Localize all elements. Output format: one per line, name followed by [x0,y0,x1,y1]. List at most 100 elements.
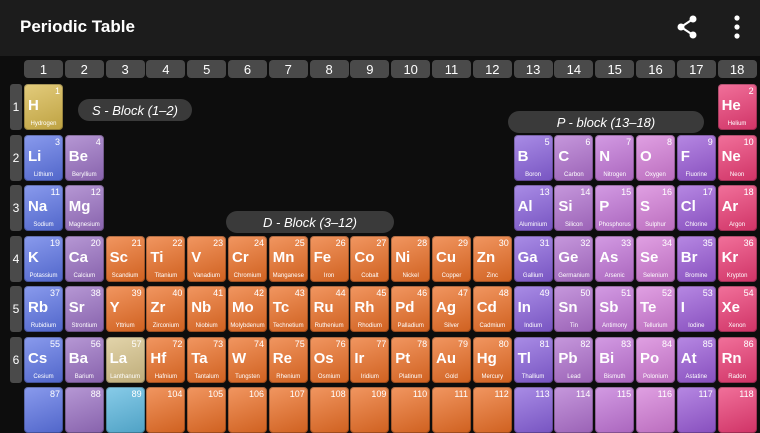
element-cell-55[interactable]: 55 Cs Cesium [24,336,63,383]
element-cell-115[interactable]: 115 [595,387,635,433]
element-cell-4[interactable]: 4 Be Beryllium [64,134,104,181]
element-cell-116[interactable]: 116 [636,387,675,433]
element-cell-107[interactable]: 107 [268,387,308,433]
element-cell-42[interactable]: 42 Mo Molybdenum [228,286,267,332]
element-cell-76[interactable]: 76 Os Osmium [309,336,349,383]
element-cell-74[interactable]: 74 W Tungsten [228,336,267,383]
element-symbol: Rh [354,299,375,316]
element-cell-20[interactable]: 20 Ca Calcium [64,235,104,282]
element-cell-19[interactable]: 19 K Potassium [24,235,63,282]
element-symbol: Ir [354,349,365,367]
s-block-label: S - Block (1–2) [78,99,192,121]
element-cell-75[interactable]: 75 Re Rhenium [268,336,308,383]
element-cell-78[interactable]: 78 Pt Platinum [391,336,431,383]
element-cell-21[interactable]: 21 Sc Scandium [105,235,145,282]
element-cell-110[interactable]: 110 [391,387,431,433]
element-cell-24[interactable]: 24 Cr Chromium [228,235,267,282]
element-cell-79[interactable]: 79 Au Gold [432,336,471,383]
element-cell-77[interactable]: 77 Ir Iridium [350,336,390,383]
element-cell-38[interactable]: 38 Sr Strontium [64,286,104,332]
element-cell-26[interactable]: 26 Fe Iron [309,235,349,282]
element-cell-117[interactable]: 117 [676,387,716,433]
share-icon[interactable] [672,12,702,42]
element-cell-112[interactable]: 112 [472,387,512,433]
element-cell-104[interactable]: 104 [146,387,186,433]
element-cell-2[interactable]: 2 He Helium [717,84,757,130]
element-cell-18[interactable]: 18 Ar Argon [717,185,757,231]
element-cell-13[interactable]: 13 Al Aluminium [513,185,553,231]
element-cell-36[interactable]: 36 Kr Krypton [717,235,757,282]
element-cell-16[interactable]: 16 S Sulphur [636,185,675,231]
element-cell-6[interactable]: 6 C Carbon [554,134,594,181]
element-cell-7[interactable]: 7 N Nitrogen [595,134,635,181]
element-cell-72[interactable]: 72 Hf Hafnium [146,336,186,383]
element-cell-88[interactable]: 88 [64,387,104,433]
element-cell-46[interactable]: 46 Pd Palladium [391,286,431,332]
element-cell-14[interactable]: 14 Si Silicon [554,185,594,231]
element-cell-47[interactable]: 47 Ag Silver [432,286,471,332]
element-cell-56[interactable]: 56 Ba Barium [64,336,104,383]
element-cell-52[interactable]: 52 Te Tellurium [636,286,675,332]
more-vert-icon[interactable] [722,12,752,42]
element-cell-17[interactable]: 17 Cl Chlorine [676,185,716,231]
element-cell-41[interactable]: 41 Nb Niobium [187,286,227,332]
atomic-number: 41 [213,288,224,298]
element-cell-84[interactable]: 84 Po Polonium [636,336,675,383]
element-cell-30[interactable]: 30 Zn Zinc [472,235,512,282]
element-cell-28[interactable]: 28 Ni Nickel [391,235,431,282]
element-cell-22[interactable]: 22 Ti Titanium [146,235,186,282]
element-cell-89[interactable]: 89 [105,387,145,433]
element-cell-9[interactable]: 9 F Fluorine [676,134,716,181]
element-cell-106[interactable]: 106 [228,387,267,433]
element-cell-85[interactable]: 85 At Astatine [676,336,716,383]
element-cell-40[interactable]: 40 Zr Zirconium [146,286,186,332]
element-cell-111[interactable]: 111 [432,387,471,433]
element-cell-25[interactable]: 25 Mn Manganese [268,235,308,282]
element-cell-50[interactable]: 50 Sn Tin [554,286,594,332]
element-cell-86[interactable]: 86 Rn Radon [717,336,757,383]
element-cell-33[interactable]: 33 As Arsenic [595,235,635,282]
element-cell-1[interactable]: 1 H Hydrogen [24,84,63,130]
element-cell-105[interactable]: 105 [187,387,227,433]
element-symbol: Ti [150,248,164,266]
element-cell-15[interactable]: 15 P Phosphorus [595,185,635,231]
element-cell-81[interactable]: 81 Tl Thallium [513,336,553,383]
element-cell-8[interactable]: 8 O Oxygen [636,134,675,181]
element-cell-118[interactable]: 118 [717,387,757,433]
element-cell-10[interactable]: 10 Ne Neon [717,134,757,181]
element-cell-35[interactable]: 35 Br Bromine [676,235,716,282]
element-cell-48[interactable]: 48 Cd Cadmium [472,286,512,332]
element-cell-3[interactable]: 3 Li Lithium [24,134,63,181]
element-cell-83[interactable]: 83 Bi Bismuth [595,336,635,383]
element-symbol: B [517,147,529,165]
element-cell-82[interactable]: 82 Pb Lead [554,336,594,383]
element-cell-37[interactable]: 37 Rb Rubidium [24,286,63,332]
p-block-label: P - block (13–18) [508,111,704,133]
atomic-number: 40 [172,288,183,298]
element-cell-114[interactable]: 114 [554,387,594,433]
element-cell-109[interactable]: 109 [350,387,390,433]
element-cell-27[interactable]: 27 Co Cobalt [350,235,390,282]
element-cell-34[interactable]: 34 Se Selenium [636,235,675,282]
element-cell-44[interactable]: 44 Ru Ruthenium [309,286,349,332]
element-cell-12[interactable]: 12 Mg Magnesium [64,185,104,231]
element-cell-29[interactable]: 29 Cu Copper [432,235,471,282]
element-cell-53[interactable]: 53 I Iodine [676,286,716,332]
element-cell-51[interactable]: 51 Sb Antimony [595,286,635,332]
element-cell-39[interactable]: 39 Y Yttrium [105,286,145,332]
element-cell-57[interactable]: 57 La Lanthanum [105,336,145,383]
element-cell-45[interactable]: 45 Rh Rhodium [350,286,390,332]
element-cell-80[interactable]: 80 Hg Mercury [472,336,512,383]
element-cell-108[interactable]: 108 [309,387,349,433]
element-cell-32[interactable]: 32 Ge Germanium [554,235,594,282]
element-cell-49[interactable]: 49 In Indium [513,286,553,332]
element-cell-54[interactable]: 54 Xe Xenon [717,286,757,332]
element-cell-11[interactable]: 11 Na Sodium [24,185,63,231]
element-cell-5[interactable]: 5 B Boron [513,134,553,181]
element-cell-113[interactable]: 113 [513,387,553,433]
element-cell-87[interactable]: 87 [24,387,63,433]
element-cell-23[interactable]: 23 V Vanadium [187,235,227,282]
element-cell-43[interactable]: 43 Tc Technetium [268,286,308,332]
element-cell-31[interactable]: 31 Ga Gallium [513,235,553,282]
element-cell-73[interactable]: 73 Ta Tantalum [187,336,227,383]
